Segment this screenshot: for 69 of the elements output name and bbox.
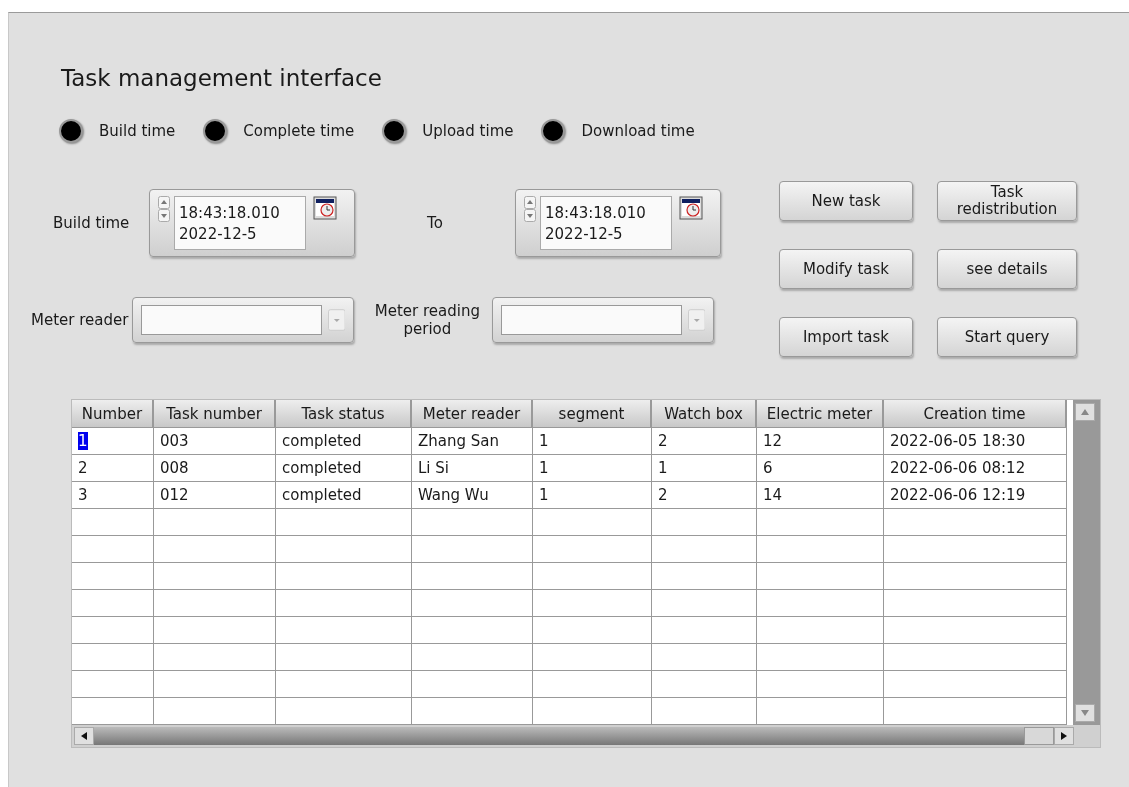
scroll-left-icon[interactable]	[74, 727, 94, 745]
table-cell: 008	[160, 459, 189, 477]
column-header[interactable]: Task number	[154, 400, 276, 428]
radio-label: Build time	[99, 122, 176, 140]
time-value: 18:43:18.010	[545, 203, 647, 224]
column-header[interactable]: Meter reader	[412, 400, 533, 428]
table-cell: 003	[160, 432, 189, 450]
date-value: 2022-12-5	[545, 224, 624, 245]
timestamp-control[interactable]: 18:43:18.010 2022-12-5	[515, 189, 721, 257]
dropdown-field[interactable]	[492, 297, 715, 343]
vertical-scrollbar[interactable]	[1073, 400, 1100, 725]
time-value: 18:43:18.010	[179, 203, 281, 224]
radio-label: Complete time	[243, 122, 355, 140]
table-cell: 2	[658, 432, 668, 450]
scroll-down-icon[interactable]	[1075, 704, 1095, 722]
field-label: Build time	[53, 214, 131, 232]
column-header[interactable]: Electric meter	[757, 400, 884, 428]
scrollbar-thumb[interactable]	[1024, 727, 1054, 745]
table-cell: 14	[763, 486, 783, 504]
table-cell: completed	[282, 486, 362, 504]
table-cell: 1	[78, 432, 88, 450]
calendar-clock-icon[interactable]	[313, 196, 337, 220]
table-cell: Zhang San	[418, 432, 499, 450]
field-label: Meter reader	[31, 311, 129, 329]
column-header[interactable]: Task status	[276, 400, 412, 428]
calendar-clock-icon[interactable]	[679, 196, 703, 220]
scroll-up-icon[interactable]	[1075, 403, 1095, 421]
action-button[interactable]: Task redistribution	[937, 181, 1077, 221]
radio-indicator[interactable]	[541, 119, 566, 143]
field-label: To	[426, 214, 444, 232]
scroll-right-icon[interactable]	[1054, 727, 1074, 745]
spin-icon[interactable]	[158, 196, 170, 222]
date-value: 2022-12-5	[179, 224, 258, 245]
action-button[interactable]: New task	[779, 181, 913, 221]
timestamp-control[interactable]: 18:43:18.010 2022-12-5	[149, 189, 355, 257]
table-cell: 2022-06-06 12:19	[890, 486, 1026, 504]
table-cell: Li Si	[418, 459, 449, 477]
column-header[interactable]: Creation time	[884, 400, 1067, 428]
action-button[interactable]: Start query	[937, 317, 1077, 357]
table-cell: 1	[539, 432, 549, 450]
radio-indicator[interactable]	[59, 119, 83, 143]
table-cell: 12	[763, 432, 783, 450]
table-cell: 012	[160, 486, 189, 504]
table-cell: 2022-06-05 18:30	[890, 432, 1026, 450]
radio-label: Upload time	[422, 122, 514, 140]
spin-icon[interactable]	[524, 196, 536, 222]
action-button[interactable]: see details	[937, 249, 1077, 289]
radio-indicator[interactable]	[203, 119, 228, 143]
table-cell: completed	[282, 432, 362, 450]
table-cell: 1	[658, 459, 668, 477]
radio-label: Download time	[581, 122, 695, 140]
radio-indicator[interactable]	[382, 119, 407, 143]
table-cell: 6	[763, 459, 773, 477]
table-cell: 3	[78, 486, 88, 504]
column-header[interactable]: segment	[533, 400, 652, 428]
column-header[interactable]: Watch box	[652, 400, 757, 428]
window-title: Task management interface	[61, 65, 383, 91]
table-cell: 1	[539, 486, 549, 504]
column-header[interactable]: Number	[72, 400, 154, 428]
dropdown-field[interactable]	[132, 297, 355, 343]
action-button[interactable]: Import task	[779, 317, 913, 357]
table-cell: 2022-06-06 08:12	[890, 459, 1026, 477]
table-cell: 1	[539, 459, 549, 477]
table-cell: 2	[78, 459, 88, 477]
table-cell: completed	[282, 459, 362, 477]
table-cell: 2	[658, 486, 668, 504]
field-label: Meter reading period	[373, 302, 481, 338]
table-cell: Wang Wu	[418, 486, 489, 504]
action-button[interactable]: Modify task	[779, 249, 913, 289]
